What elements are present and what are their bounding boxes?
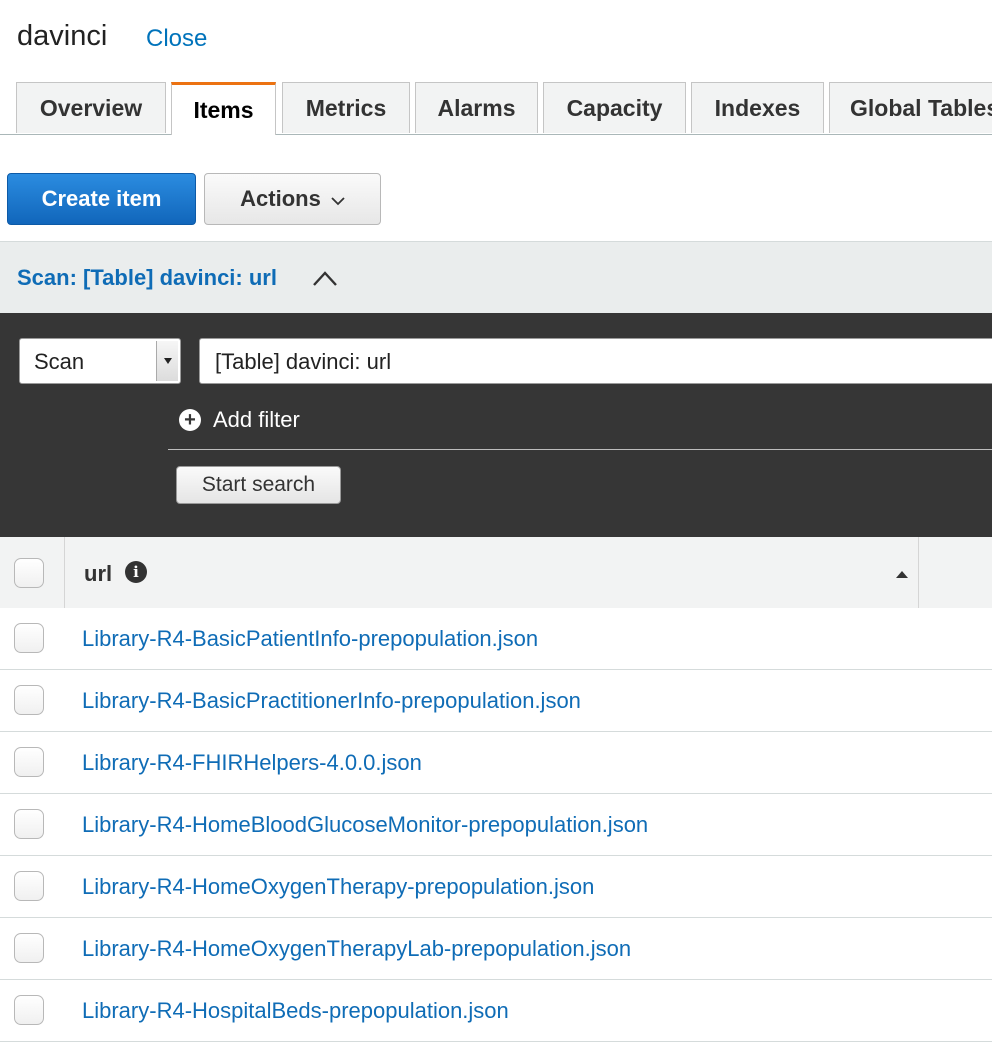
item-url-link[interactable]: Library-R4-HomeOxygenTherapyLab-prepopul… <box>82 936 631 962</box>
actions-label: Actions <box>240 186 321 211</box>
scan-target-value: [Table] davinci: url <box>215 349 392 374</box>
items-toolbar: Create item Actions <box>0 172 992 226</box>
tab-global-tables[interactable]: Global Tables <box>829 82 992 133</box>
row-checkbox[interactable] <box>14 995 44 1025</box>
row-checkbox[interactable] <box>14 623 44 653</box>
chevron-down-icon <box>331 186 345 212</box>
row-checkbox[interactable] <box>14 809 44 839</box>
table-row: Library-R4-HospitalBeds-prepopulation.js… <box>0 980 992 1042</box>
info-icon[interactable]: i <box>125 561 147 583</box>
scan-panel: Scan [Table] davinci: url + Add filter S… <box>0 313 992 537</box>
item-url-link[interactable]: Library-R4-HospitalBeds-prepopulation.js… <box>82 998 509 1024</box>
table-row: Library-R4-BasicPatientInfo-prepopulatio… <box>0 608 992 670</box>
scan-target-select[interactable]: [Table] davinci: url <box>199 338 992 384</box>
sort-ascending-icon[interactable] <box>895 566 909 578</box>
table-row: Library-R4-FHIRHelpers-4.0.0.json <box>0 732 992 794</box>
item-url-link[interactable]: Library-R4-HomeBloodGlucoseMonitor-prepo… <box>82 812 648 838</box>
select-arrow-icon <box>156 341 178 381</box>
select-all-cell <box>0 537 65 608</box>
tab-overview[interactable]: Overview <box>16 82 166 133</box>
create-item-button[interactable]: Create item <box>7 173 196 225</box>
page-header: davinci Close <box>0 0 992 82</box>
tab-indexes[interactable]: Indexes <box>691 82 824 133</box>
item-url-link[interactable]: Library-R4-BasicPatientInfo-prepopulatio… <box>82 626 538 652</box>
row-checkbox[interactable] <box>14 747 44 777</box>
items-table-body: Library-R4-BasicPatientInfo-prepopulatio… <box>0 608 992 1042</box>
tab-metrics[interactable]: Metrics <box>282 82 410 133</box>
start-search-button[interactable]: Start search <box>176 466 341 504</box>
select-all-checkbox[interactable] <box>14 558 44 588</box>
table-row: Library-R4-HomeOxygenTherapyLab-prepopul… <box>0 918 992 980</box>
item-url-link[interactable]: Library-R4-FHIRHelpers-4.0.0.json <box>82 750 422 776</box>
row-checkbox[interactable] <box>14 685 44 715</box>
item-url-link[interactable]: Library-R4-HomeOxygenTherapy-prepopulati… <box>82 874 594 900</box>
close-link[interactable]: Close <box>146 25 207 53</box>
panel-divider <box>168 449 992 450</box>
item-url-link[interactable]: Library-R4-BasicPractitionerInfo-prepopu… <box>82 688 581 714</box>
tab-bar: Overview Items Metrics Alarms Capacity I… <box>0 82 992 135</box>
plus-circle-icon: + <box>179 409 201 431</box>
row-checkbox[interactable] <box>14 871 44 901</box>
add-filter-label: Add filter <box>213 407 300 432</box>
table-row: Library-R4-BasicPractitionerInfo-prepopu… <box>0 670 992 732</box>
column-header-url[interactable]: url <box>84 561 112 587</box>
table-name-title: davinci <box>17 20 108 52</box>
scan-summary-bar[interactable]: Scan: [Table] davinci: url <box>0 241 992 313</box>
scan-mode-value: Scan <box>34 349 85 374</box>
table-row: Library-R4-HomeOxygenTherapy-prepopulati… <box>0 856 992 918</box>
tab-capacity[interactable]: Capacity <box>543 82 686 133</box>
tab-items[interactable]: Items <box>171 82 276 135</box>
actions-dropdown-button[interactable]: Actions <box>204 173 381 225</box>
add-filter-button[interactable]: + Add filter <box>179 405 300 435</box>
chevron-up-icon[interactable] <box>310 267 340 289</box>
column-divider <box>918 537 919 608</box>
table-header: url i <box>0 537 992 609</box>
scan-summary-label[interactable]: Scan: [Table] davinci: url <box>17 265 277 291</box>
row-checkbox[interactable] <box>14 933 44 963</box>
tab-alarms[interactable]: Alarms <box>415 82 538 133</box>
table-row: Library-R4-HomeBloodGlucoseMonitor-prepo… <box>0 794 992 856</box>
scan-mode-select[interactable]: Scan <box>19 338 181 384</box>
